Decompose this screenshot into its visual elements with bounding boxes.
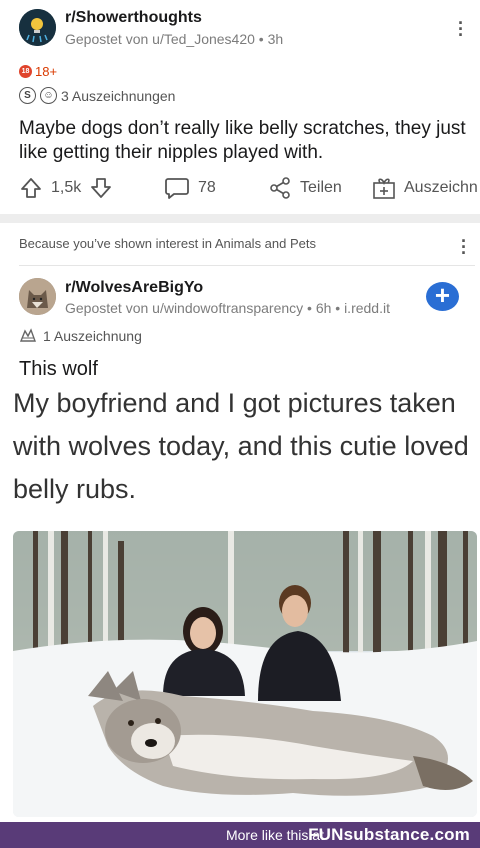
upvote-icon[interactable]: [19, 176, 43, 200]
nsfw-label: 18+: [35, 64, 58, 79]
feed-separator: [0, 214, 480, 223]
watermark-brand: FUNsubstance.com: [308, 825, 470, 844]
awards-count: 3 Auszeichnungen: [61, 87, 176, 104]
awards-count: 1 Auszeichnung: [43, 328, 142, 344]
awards-row[interactable]: S ☺ 3 Auszeichnungen: [19, 87, 175, 104]
post-action-bar: 1,5k 78 Teilen Auszeichn: [0, 176, 480, 206]
recommendation-reason: Because you’ve shown interest in Animals…: [19, 236, 317, 251]
downvote-icon[interactable]: [89, 176, 113, 200]
award-add-icon: [373, 178, 395, 199]
award-label: Auszeichn: [404, 179, 478, 196]
comment-count: 78: [198, 179, 216, 196]
post-card-showerthoughts[interactable]: r/Showerthoughts Gepostet von u/Ted_Jone…: [0, 0, 480, 214]
more-options-icon[interactable]: · · ·: [458, 14, 464, 44]
vote-group: 1,5k: [19, 176, 113, 200]
post-meta: Gepostet von u/Ted_Jones420 • 3h: [65, 31, 284, 47]
silver-award-icon: S: [19, 87, 36, 104]
subreddit-avatar-showerthoughts[interactable]: [19, 9, 56, 46]
award-button[interactable]: Auszeichn: [372, 176, 478, 200]
share-button[interactable]: Teilen: [268, 176, 342, 200]
post-title[interactable]: This wolf: [19, 358, 98, 381]
post-image[interactable]: [13, 531, 477, 817]
share-icon: [270, 177, 290, 199]
subreddit-name[interactable]: r/WolvesAreBigYo: [65, 279, 203, 297]
image-caption-text: My boyfriend and I got pictures taken wi…: [13, 388, 469, 504]
helpful-award-icon: ☺: [40, 87, 57, 104]
subreddit-avatar-wolves[interactable]: [19, 278, 56, 315]
nsfw-badge: 18 18+: [19, 64, 57, 79]
vote-count: 1,5k: [51, 179, 82, 196]
share-label: Teilen: [300, 179, 342, 196]
post-meta: Gepostet von u/windowoftransparency • 6h…: [65, 300, 390, 316]
recommendation-options-icon[interactable]: · · ·: [461, 232, 467, 262]
wholesome-award-icon: [19, 328, 36, 342]
watermark-bar: More like this at FUNsubstance.com: [0, 822, 480, 848]
nsfw-icon: 18: [19, 65, 32, 78]
subreddit-name[interactable]: r/Showerthoughts: [65, 9, 202, 27]
post-title[interactable]: Maybe dogs don’t really like belly scrat…: [19, 117, 469, 165]
comment-icon: [165, 178, 189, 199]
divider: [19, 265, 475, 266]
comments-button[interactable]: 78: [164, 176, 216, 200]
awards-row[interactable]: 1 Auszeichnung: [19, 327, 142, 345]
join-plus-icon[interactable]: +: [426, 282, 459, 311]
